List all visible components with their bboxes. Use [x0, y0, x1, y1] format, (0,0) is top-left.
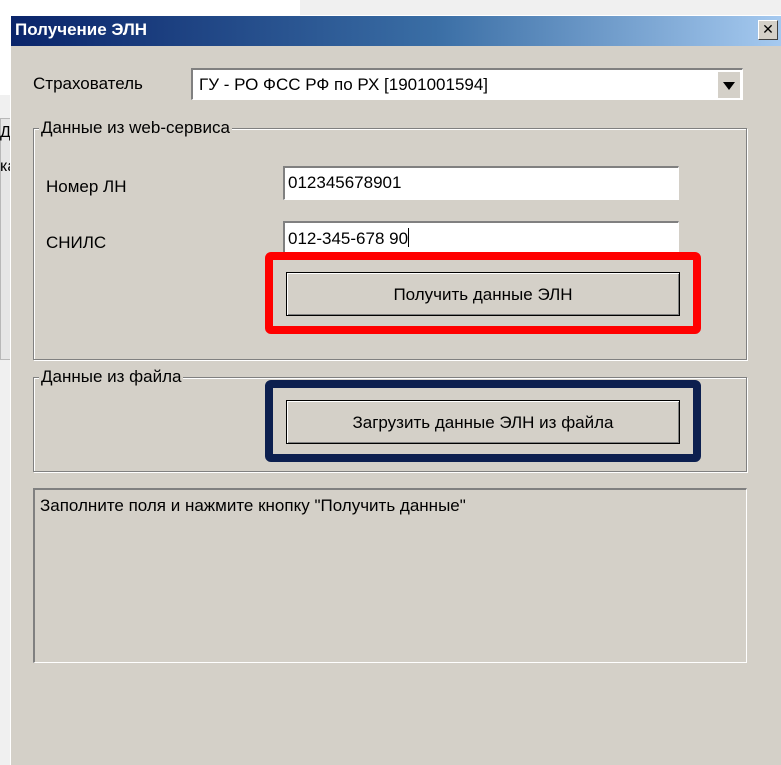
ln-number-field[interactable]: 012345678901: [283, 166, 679, 200]
file-data-group-legend: Данные из файла: [39, 367, 184, 387]
get-eln-dialog: Получение ЭЛН ✕ Страхователь ГУ - РО ФСС…: [10, 15, 781, 765]
insurer-label: Страхователь: [33, 74, 143, 93]
insurer-select-value: ГУ - РО ФСС РФ по РХ [1901001594]: [199, 75, 489, 94]
snils-label: СНИЛС: [46, 233, 107, 252]
dialog-titlebar: Получение ЭЛН ✕: [11, 16, 781, 46]
text-caret: [408, 228, 410, 247]
chevron-down-icon: [723, 82, 735, 90]
highlight-load-button: [265, 380, 701, 462]
insurer-select[interactable]: ГУ - РО ФСС РФ по РХ [1901001594]: [191, 68, 743, 100]
close-button[interactable]: ✕: [758, 20, 778, 40]
snils-value: 012-345-678 90: [288, 229, 409, 248]
dialog-title: Получение ЭЛН: [15, 20, 148, 39]
snils-field[interactable]: 012-345-678 90: [283, 221, 679, 255]
insurer-dropdown-button[interactable]: [718, 72, 740, 98]
highlight-get-button: [265, 252, 701, 334]
close-icon: ✕: [762, 21, 774, 37]
web-service-group-legend: Данные из web-сервиса: [39, 118, 232, 138]
status-message-box: Заполните поля и нажмите кнопку "Получит…: [33, 488, 747, 663]
ln-number-value: 012345678901: [288, 173, 402, 192]
status-message: Заполните поля и нажмите кнопку "Получит…: [40, 496, 466, 515]
ln-number-label: Номер ЛН: [46, 177, 127, 196]
